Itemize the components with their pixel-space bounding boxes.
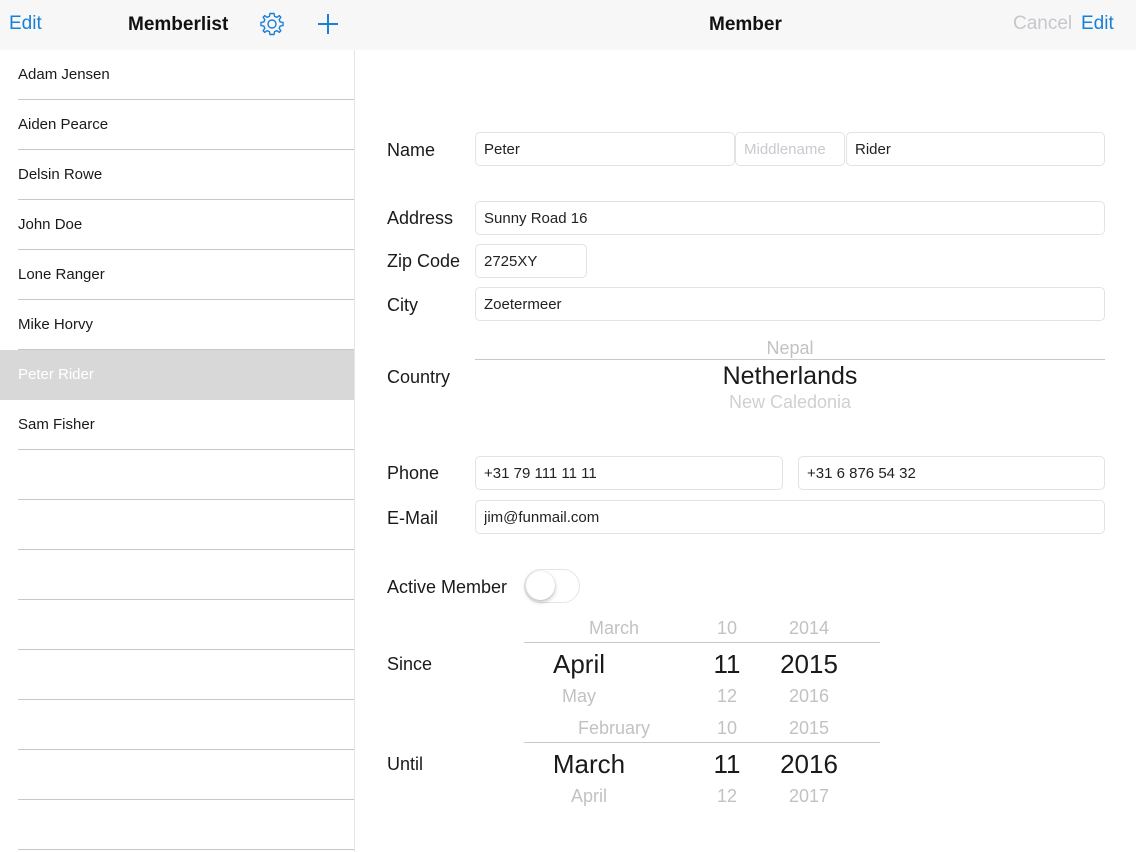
member-name: Aiden Pearce [18,116,109,133]
city-label: City [387,295,418,315]
zip-code-label: Zip Code [387,251,461,271]
until-day-selected: 11 [713,749,741,779]
member-row[interactable]: John Doe [0,200,354,250]
member-name: John Doe [18,216,83,233]
since-day-next: 12 [716,686,738,706]
member-name: Lone Ranger [18,266,105,283]
member-row[interactable]: Lone Ranger [0,250,354,300]
member-name: Sam Fisher [18,416,95,433]
country-picker[interactable]: Nepal Netherlands New Caledonia [475,340,1105,408]
until-year-next: 2017 [788,786,830,806]
since-day-prev: 10 [716,620,738,638]
master-edit-button[interactable]: Edit [9,13,42,35]
toggle-knob [526,571,555,600]
city-field[interactable] [475,287,1105,321]
member-name: Peter Rider [18,366,94,383]
member-row[interactable]: Aiden Pearce [0,100,354,150]
member-name: Mike Horvy [18,316,94,333]
master-nav-bar: Edit Memberlist [0,0,355,50]
until-month-prev: February [577,720,651,738]
since-selection-line [524,642,880,643]
member-name: Delsin Rowe [18,166,103,183]
first-name-field[interactable] [475,132,735,166]
member-name: Adam Jensen [18,66,110,83]
until-day-prev: 10 [716,720,738,738]
phone-field-1[interactable] [475,456,783,490]
until-date-picker[interactable]: February 10 2015 March 11 2016 April 12 … [524,720,880,810]
address-field[interactable] [475,201,1105,235]
active-member-label: Active Member [387,577,508,597]
until-day-next: 12 [716,786,738,806]
since-month-prev: March [588,620,639,638]
name-label: Name [387,140,436,160]
until-label: Until [387,754,424,774]
picker-selection-line-top [475,359,1105,360]
since-date-picker[interactable]: March 10 2014 April 11 2015 May 12 2016 [524,620,880,710]
row-separator [18,849,354,850]
since-day-selected: 11 [713,649,741,679]
middle-name-field[interactable] [735,132,845,166]
zip-code-field[interactable] [475,244,587,278]
member-row[interactable]: Delsin Rowe [0,150,354,200]
empty-row [0,650,354,700]
gear-icon[interactable] [259,11,285,42]
empty-row [0,800,354,850]
last-name-field[interactable] [846,132,1105,166]
member-row[interactable]: Adam Jensen [0,50,354,100]
empty-row [0,600,354,650]
country-label: Country [387,367,451,387]
since-label: Since [387,654,433,674]
master-title: Memberlist [128,14,229,35]
until-month-selected: March [552,749,626,779]
member-detail-form: Name Address Zip Code City Country Nepal… [356,50,1136,852]
email-label: E-Mail [387,508,439,528]
country-option-selected: Netherlands [722,362,858,390]
since-month-selected: April [552,649,605,679]
detail-edit-button[interactable]: Edit [1081,13,1114,35]
country-option-next: New Caledonia [728,392,852,408]
since-year-selected: 2015 [780,649,838,679]
until-year-selected: 2016 [780,749,838,779]
email-field[interactable] [475,500,1105,534]
since-year-prev: 2014 [788,620,830,638]
phone-field-2[interactable] [798,456,1105,490]
empty-row [0,750,354,800]
plus-icon[interactable] [317,13,339,40]
until-selection-line [524,742,880,743]
address-label: Address [387,208,454,228]
member-list: Adam Jensen Aiden Pearce Delsin Rowe John D… [0,50,355,852]
detail-nav-bar: Member Cancel Edit [355,0,1136,50]
since-month-next: May [561,686,596,706]
member-row[interactable]: Mike Horvy [0,300,354,350]
since-year-next: 2016 [788,686,830,706]
until-year-prev: 2015 [788,720,830,738]
until-month-next: April [570,786,607,806]
cancel-button[interactable]: Cancel [1013,13,1072,35]
member-row[interactable]: Sam Fisher [0,400,354,450]
member-row[interactable]: Peter Rider [0,350,354,400]
phone-label: Phone [387,463,440,483]
active-member-toggle[interactable] [524,569,580,603]
empty-row [0,450,354,500]
empty-row [0,700,354,750]
country-option-prev: Nepal [766,340,814,358]
empty-row [0,500,354,550]
detail-title: Member [709,14,782,35]
empty-row [0,550,354,600]
